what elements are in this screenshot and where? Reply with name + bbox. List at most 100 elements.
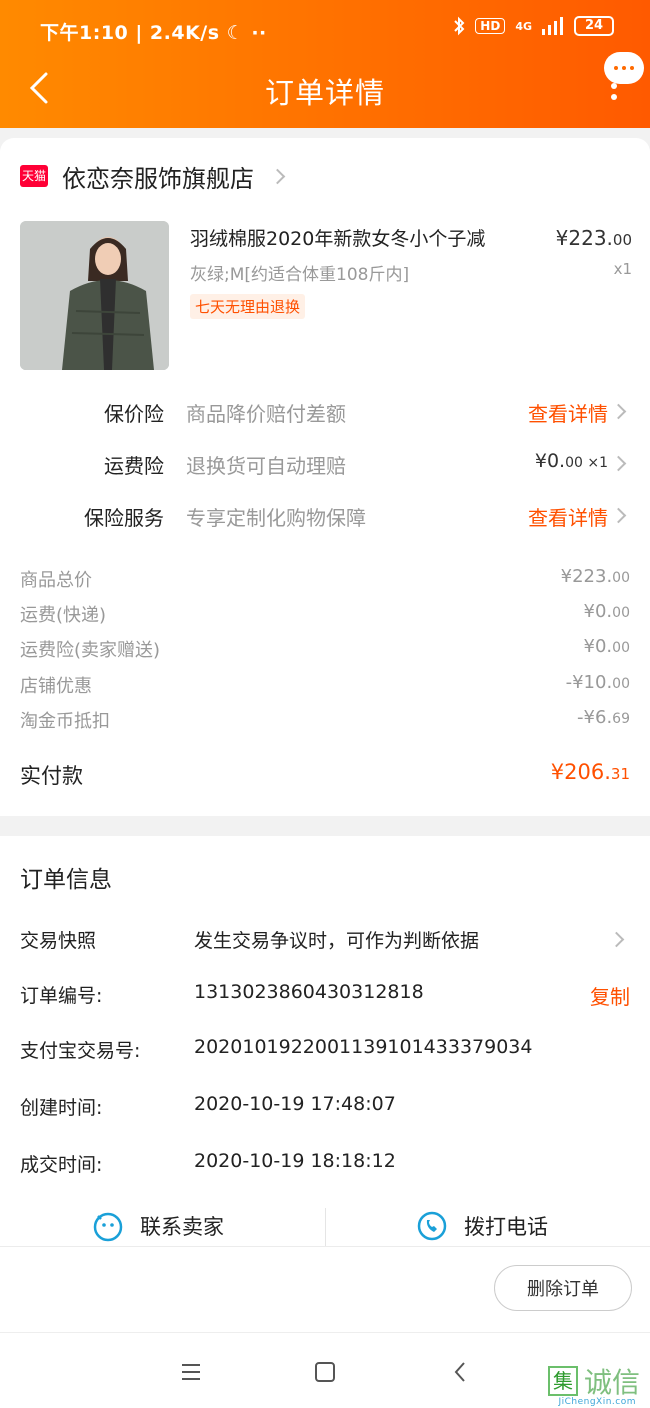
hd-badge: HD xyxy=(475,18,506,34)
price-decimal: 00 xyxy=(612,231,632,249)
action-footer: 删除订单 xyxy=(0,1246,650,1332)
paid-value: ¥206.31 xyxy=(551,760,630,784)
order-number-row: 订单编号: 1313023860430312818 复制 xyxy=(20,981,630,1017)
service-row-shipping-insurance[interactable]: 运费险 退换货可自动理赔 ¥0.00 ×1 xyxy=(0,438,650,490)
signal-icon xyxy=(542,17,563,35)
order-info-card: 订单信息 交易快照 发生交易争议时，可作为判断依据 订单编号: 13130238… xyxy=(0,836,650,1246)
status-time-speed: 下午1:10 | 2.4K/s ☾ ·· xyxy=(40,22,267,44)
price-main: ¥223. xyxy=(555,226,613,250)
product-title[interactable]: 羽绒棉服2020年新款女冬小个子减 xyxy=(190,224,485,251)
summary-value: -¥10.00 xyxy=(566,672,630,693)
watermark-sub: JiChengXin.com xyxy=(558,1397,636,1407)
more-options-icon[interactable] xyxy=(604,78,624,124)
service-desc: 专享定制化购物保障 xyxy=(186,506,366,530)
order-card: 天猫 依恋奈服饰旗舰店 羽绒棉服2020年新款女冬小个子减 灰绿;M[约适合体重… xyxy=(0,138,650,816)
delete-order-button[interactable]: 删除订单 xyxy=(494,1265,632,1311)
value-main: ¥206. xyxy=(550,760,611,784)
status-icons: HD 4G 24 xyxy=(453,16,614,36)
watermark-text: 诚信 xyxy=(583,1366,640,1399)
chevron-right-icon xyxy=(269,168,286,184)
value-decimal: 00 xyxy=(612,640,630,656)
product-sku: 灰绿;M[约适合体重108斤内] xyxy=(190,265,410,285)
contact-seller-button[interactable]: 联系卖家 xyxy=(92,1210,224,1242)
product-image[interactable] xyxy=(20,221,169,370)
value-decimal: 00 xyxy=(612,605,630,621)
product-quantity: x1 xyxy=(613,260,632,278)
system-navbar: 集 诚信 JiChengXin.com xyxy=(0,1332,650,1408)
summary-value: -¥6.69 xyxy=(577,707,630,728)
snapshot-row[interactable]: 交易快照 发生交易争议时，可作为判断依据 xyxy=(20,926,630,962)
contact-seller-label: 联系卖家 xyxy=(140,1215,224,1239)
divider xyxy=(325,1208,326,1246)
value-main: -¥6. xyxy=(577,707,613,728)
amount-main: ¥0. xyxy=(534,450,566,472)
summary-value: ¥0.00 xyxy=(584,636,630,657)
summary-label: 商品总价 xyxy=(20,570,92,591)
created-time-row: 创建时间: 2020-10-19 17:48:07 xyxy=(20,1093,630,1129)
snapshot-value: 发生交易争议时，可作为判断依据 xyxy=(194,930,480,952)
deal-label: 成交时间: xyxy=(20,1154,103,1176)
network-label: 4G xyxy=(515,19,532,33)
status-bar: 下午1:10 | 2.4K/s ☾ ·· HD 4G 24 xyxy=(0,0,650,56)
deal-time-row: 成交时间: 2020-10-19 18:18:12 xyxy=(20,1150,630,1186)
page-title: 订单详情 xyxy=(264,76,385,110)
amount-decimal: 00 xyxy=(565,455,583,471)
chat-face-icon xyxy=(93,1212,123,1242)
watermark-box: 集 xyxy=(547,1366,578,1396)
service-label: 运费险 xyxy=(104,454,164,478)
watermark-logo: 集 诚信 JiChengXin.com xyxy=(547,1361,640,1407)
amount-qty: ×1 xyxy=(582,455,608,471)
chevron-right-icon xyxy=(610,455,627,472)
summary-label: 运费(快递) xyxy=(20,605,107,626)
summary-value: ¥0.00 xyxy=(584,601,630,622)
service-label: 保险服务 xyxy=(84,506,164,530)
menu-icon[interactable] xyxy=(178,1359,204,1385)
created-label: 创建时间: xyxy=(20,1097,103,1119)
battery-icon: 24 xyxy=(574,16,614,36)
deal-value: 2020-10-19 18:18:12 xyxy=(194,1150,396,1172)
app-header: 下午1:10 | 2.4K/s ☾ ·· HD 4G 24 订单详情 xyxy=(0,0,650,128)
value-main: ¥0. xyxy=(583,601,613,622)
contact-bar: 联系卖家 拨打电话 xyxy=(0,1208,650,1246)
value-main: -¥10. xyxy=(565,672,613,693)
value-main: ¥223. xyxy=(560,566,613,587)
value-main: ¥0. xyxy=(583,636,613,657)
shop-name: 依恋奈服饰旗舰店 xyxy=(62,164,254,193)
chevron-right-icon xyxy=(608,931,625,948)
summary-row: 运费(快递) ¥0.00 xyxy=(20,601,630,633)
created-value: 2020-10-19 17:48:07 xyxy=(194,1093,396,1115)
service-row-price-protection[interactable]: 保价险 商品降价赔付差额 查看详情 xyxy=(0,386,650,438)
alipay-number-row: 支付宝交易号: 2020101922001139101433379034 xyxy=(20,1036,630,1072)
service-label: 保价险 xyxy=(104,402,164,426)
order-number-value: 1313023860430312818 xyxy=(194,981,424,1003)
alipay-label: 支付宝交易号: xyxy=(20,1040,141,1062)
summary-row: 淘金币抵扣 -¥6.69 xyxy=(20,707,630,739)
view-details-link[interactable]: 查看详情 xyxy=(528,398,608,427)
call-phone-label: 拨打电话 xyxy=(464,1215,548,1239)
alipay-value: 2020101922001139101433379034 xyxy=(194,1036,533,1058)
service-row-insurance[interactable]: 保险服务 专享定制化购物保障 查看详情 xyxy=(0,490,650,542)
call-phone-button[interactable]: 拨打电话 xyxy=(416,1210,548,1242)
order-info-title: 订单信息 xyxy=(20,867,112,893)
summary-row: 商品总价 ¥223.00 xyxy=(20,566,630,598)
summary-label: 运费险(卖家赠送) xyxy=(20,640,161,661)
product-price: ¥223.00 xyxy=(556,226,632,250)
chevron-right-icon xyxy=(610,403,627,420)
order-number-label: 订单编号: xyxy=(20,985,103,1007)
paid-row: 实付款 ¥206.31 xyxy=(20,760,630,790)
summary-label: 店铺优惠 xyxy=(20,676,92,697)
bluetooth-icon xyxy=(454,16,465,36)
paid-label: 实付款 xyxy=(20,764,83,788)
home-icon[interactable] xyxy=(312,1359,338,1385)
view-details-link[interactable]: 查看详情 xyxy=(528,502,608,531)
back-icon[interactable] xyxy=(448,1359,474,1385)
tmall-badge: 天猫 xyxy=(20,165,48,187)
summary-value: ¥223.00 xyxy=(561,566,630,587)
service-desc: 商品降价赔付差额 xyxy=(186,402,346,426)
value-decimal: 00 xyxy=(612,570,630,586)
shop-row[interactable]: 天猫 依恋奈服饰旗舰店 xyxy=(20,158,286,194)
copy-button[interactable]: 复制 xyxy=(590,981,630,1010)
chevron-right-icon xyxy=(610,507,627,524)
summary-row: 运费险(卖家赠送) ¥0.00 xyxy=(20,636,630,668)
value-decimal: 69 xyxy=(612,711,630,727)
